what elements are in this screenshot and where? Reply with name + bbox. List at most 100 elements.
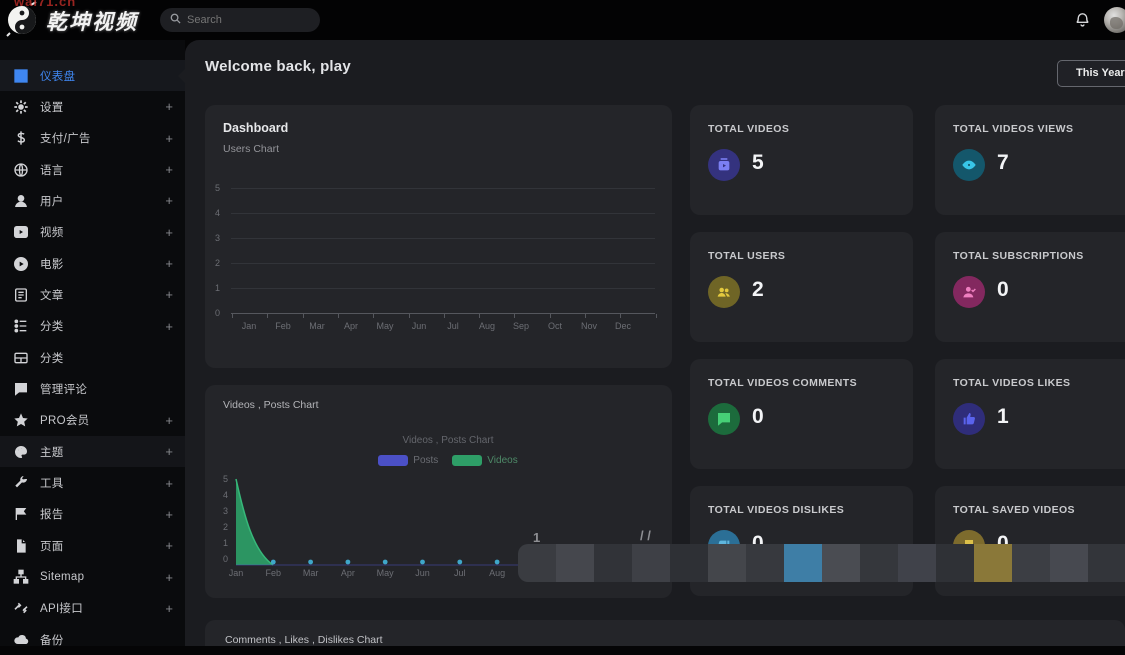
users-icon (708, 276, 740, 308)
y-tick-label: 3 (215, 233, 221, 243)
expand-plus-icon[interactable]: + (165, 320, 173, 333)
x-tick-label: Aug (478, 321, 496, 331)
mosaic-block (594, 544, 632, 582)
expand-plus-icon[interactable]: + (165, 414, 173, 427)
star-icon (12, 412, 29, 429)
y-tick-label: 0 (215, 308, 221, 318)
stat-card-total-subscriptions: TOTAL SUBSCRIPTIONS 0 (935, 232, 1125, 342)
x-tick-label: May (376, 321, 394, 331)
expand-plus-icon[interactable]: + (165, 226, 173, 239)
video-library-icon (708, 149, 740, 181)
gear-icon (12, 98, 29, 115)
sidebar-item-label: 电影 (40, 258, 64, 271)
sidebar-item-label: 文章 (40, 289, 64, 302)
stat-label: TOTAL SAVED VIDEOS (953, 504, 1075, 516)
stat-value: 7 (997, 151, 1009, 174)
expand-plus-icon[interactable]: + (165, 508, 173, 521)
x-tick-label: Apr (343, 321, 359, 331)
censor-mosaic-band (518, 544, 1125, 582)
mosaic-block (898, 544, 936, 582)
article-icon (12, 286, 29, 303)
notifications-bell-icon[interactable] (1074, 11, 1092, 29)
sidebar-item-label: 用户 (40, 195, 64, 208)
expand-plus-icon[interactable]: + (165, 100, 173, 113)
stat-value: 2 (752, 278, 764, 301)
y-tick-label: 0 (223, 554, 229, 564)
main-content: Welcome back, play This Year Dashboard U… (185, 40, 1125, 646)
comment-icon (708, 403, 740, 435)
expand-plus-icon[interactable]: + (165, 477, 173, 490)
sidebar-item-article[interactable]: 文章 + (0, 279, 185, 310)
sidebar-item-dashboard[interactable]: 仪表盘 (0, 60, 185, 91)
sidebar-item-gear[interactable]: 设置 + (0, 91, 185, 122)
comments-likes-dislikes-card: Comments , Likes , Dislikes Chart (205, 620, 1125, 646)
stat-value: 5 (752, 151, 764, 174)
mosaic-block (518, 544, 556, 582)
y-tick-label: 4 (223, 490, 229, 500)
stat-label: TOTAL VIDEOS COMMENTS (708, 377, 857, 389)
expand-plus-icon[interactable]: + (165, 163, 173, 176)
list-icon (12, 318, 29, 335)
sidebar-item-star[interactable]: PRO会员 + (0, 405, 185, 436)
sidebar-nav: 仪表盘 设置 + 支付/广告 + 语言 + 用户 + 视频 + 电影 + 文章 + 分类 + 分类 管理评论 PRO会… (0, 40, 185, 647)
sidebar-item-label: 设置 (40, 101, 64, 114)
expand-plus-icon[interactable]: + (165, 288, 173, 301)
y-tick-label: 2 (215, 258, 221, 268)
x-tick-label: Feb (275, 321, 291, 331)
sidebar-item-label: 备份 (40, 634, 64, 647)
person-icon (953, 276, 985, 308)
sidebar-item-user[interactable]: 用户 + (0, 185, 185, 216)
columns-icon (12, 349, 29, 366)
sidebar-item-dollar[interactable]: 支付/广告 + (0, 123, 185, 154)
sidebar-item-list[interactable]: 分类 + (0, 311, 185, 342)
sidebar-item-label: 视频 (40, 227, 64, 240)
sidebar-item-columns[interactable]: 分类 (0, 342, 185, 373)
sidebar-item-label: 报告 (40, 509, 64, 522)
palette-icon (12, 443, 29, 460)
sidebar-item-label: PRO会员 (40, 415, 90, 428)
x-tick-label: Jan (241, 321, 257, 331)
sitemap-icon (12, 569, 29, 586)
legend-swatch (378, 455, 409, 466)
expand-plus-icon[interactable]: + (165, 132, 173, 145)
mosaic-block (1050, 544, 1088, 582)
sidebar-item-wrench[interactable]: 工具 + (0, 468, 185, 499)
stat-label: TOTAL VIDEOS DISLIKES (708, 504, 845, 516)
stat-value: 0 (752, 405, 764, 428)
date-range-button[interactable]: This Year (1057, 60, 1125, 87)
sidebar-item-globe[interactable]: 语言 + (0, 154, 185, 185)
legend-item-videos[interactable]: Videos (452, 455, 518, 466)
expand-plus-icon[interactable]: + (165, 445, 173, 458)
sidebar-item-page[interactable]: 页面 + (0, 530, 185, 561)
sidebar-item-comment[interactable]: 管理评论 (0, 374, 185, 405)
x-tick-label: Sep (512, 321, 530, 331)
sidebar-item-cloud[interactable]: 备份 (0, 624, 185, 655)
legend-item-posts[interactable]: Posts (378, 455, 438, 466)
sidebar-item-api[interactable]: API接口 + (0, 593, 185, 624)
sidebar-item-label: 语言 (40, 164, 64, 177)
user-avatar[interactable] (1104, 7, 1125, 33)
dashboard-icon (12, 67, 29, 84)
mosaic-block (708, 544, 746, 582)
censored-glyph: / / (640, 528, 651, 543)
expand-plus-icon[interactable]: + (165, 257, 173, 270)
expand-plus-icon[interactable]: + (165, 571, 173, 584)
x-tick-label: Dec (614, 321, 632, 331)
sidebar-item-sitemap[interactable]: Sitemap + (0, 562, 185, 593)
search-box[interactable] (160, 8, 320, 32)
sidebar-item-label: API接口 (40, 603, 84, 616)
expand-plus-icon[interactable]: + (165, 539, 173, 552)
expand-plus-icon[interactable]: + (165, 602, 173, 615)
sidebar-item-label: 主题 (40, 446, 64, 459)
search-input[interactable] (187, 14, 297, 26)
y-tick-label: 5 (215, 183, 221, 193)
users-chart-subtitle: Users Chart (223, 143, 280, 155)
sidebar-item-movie[interactable]: 电影 + (0, 248, 185, 279)
page-icon (12, 537, 29, 554)
sidebar-item-video[interactable]: 视频 + (0, 217, 185, 248)
search-icon (170, 11, 181, 29)
x-tick-label: Nov (580, 321, 598, 331)
sidebar-item-palette[interactable]: 主题 + (0, 436, 185, 468)
expand-plus-icon[interactable]: + (165, 194, 173, 207)
sidebar-item-flag[interactable]: 报告 + (0, 499, 185, 530)
